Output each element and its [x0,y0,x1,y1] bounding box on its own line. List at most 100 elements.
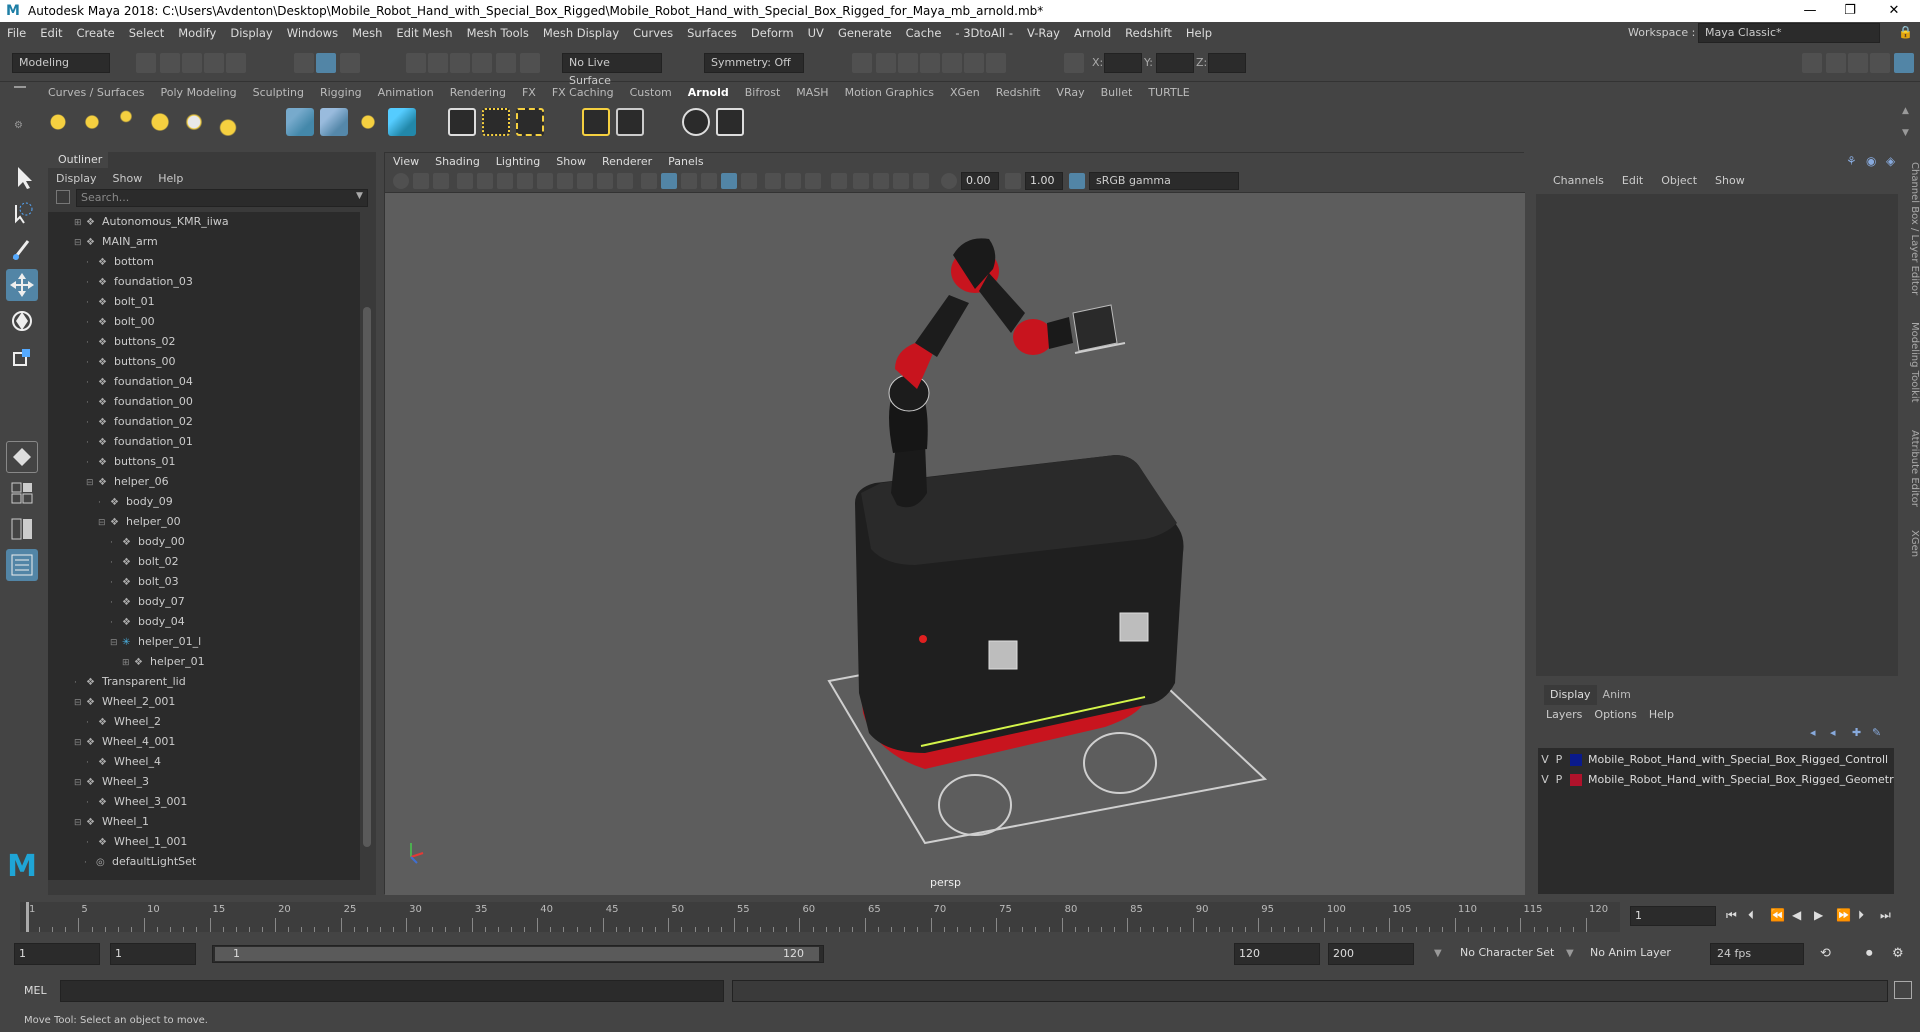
tab-fx[interactable]: FX [514,86,544,99]
smooth-shade-icon[interactable] [661,173,677,189]
photometric-light-icon[interactable] [112,108,140,136]
snap-point-icon[interactable] [450,53,470,73]
image-plane-icon[interactable] [457,173,473,189]
layer-menu-options[interactable]: Options [1588,706,1642,724]
maximize-button[interactable]: ❐ [1830,0,1870,22]
side-tab-channel-box[interactable]: Channel Box / Layer Editor [1904,162,1920,295]
outliner-item[interactable]: · ❖ bottom [86,252,154,272]
physical-sky-icon[interactable] [180,108,208,136]
snap-surface-icon[interactable] [496,53,516,73]
expand-toggle-icon[interactable]: ⊟ [74,233,84,253]
outliner-filter-icon[interactable] [56,190,70,204]
move-layer-down-icon[interactable]: ◂ [1830,726,1836,739]
outliner-item[interactable]: · ❖ foundation_02 [86,412,193,432]
select-hierarchy-icon[interactable] [294,53,314,73]
gamma-icon[interactable] [1005,173,1021,189]
outliner-item[interactable]: · ❖ body_00 [110,532,185,552]
outliner-item[interactable]: · ❖ body_09 [98,492,173,512]
time-ruler[interactable]: 1 5 10 15 20 25 30 35 40 45 50 55 60 65 70 75 80 85 90 95 10… [20,902,1620,932]
new-layer-selected-icon[interactable]: ✎ [1872,726,1881,739]
xray-joints-icon[interactable] [893,173,909,189]
playback-end-field[interactable]: 120 [1234,943,1320,965]
outliner-item[interactable]: · ❖ body_04 [110,612,185,632]
character-controls-icon[interactable] [1826,53,1846,73]
outliner-item[interactable]: · ❖ foundation_01 [86,432,193,452]
channel-menu-object[interactable]: Object [1652,172,1706,190]
script-editor-icon[interactable] [1894,981,1912,999]
outliner-item[interactable]: · ❖ buttons_00 [86,352,176,372]
step-forward-frame-icon[interactable]: ⏵ [1858,908,1864,923]
anim-layer-dropdown-icon[interactable]: ▼ [1566,948,1574,959]
layer-menu-layers[interactable]: Layers [1540,706,1588,724]
play-backwards-icon[interactable]: ◀ [1792,908,1801,922]
tab-anim-layers[interactable]: Anim [1597,685,1637,705]
outliner-item[interactable]: · ❖ Wheel_2 [86,712,161,732]
layer-playback[interactable]: P [1552,750,1566,770]
menu-curves[interactable]: Curves [626,26,680,40]
mel-label[interactable]: MEL [24,984,47,997]
menu-cache[interactable]: Cache [899,26,949,40]
current-frame-field[interactable]: 1 [1630,906,1716,926]
outliner-item[interactable]: ⊟ ❖ MAIN_arm [74,232,158,252]
select-component-icon[interactable] [340,53,360,73]
new-scene-icon[interactable] [136,53,156,73]
play-forwards-icon[interactable]: ▶ [1814,908,1823,922]
fps-dropdown[interactable]: 24 fps [1710,943,1804,965]
outliner-item[interactable]: · ❖ buttons_02 [86,332,176,352]
tab-poly-modeling[interactable]: Poly Modeling [153,86,245,99]
outliner-item[interactable]: · ❖ foundation_04 [86,372,193,392]
menu-arnold[interactable]: Arnold [1067,26,1118,40]
safe-action-icon[interactable] [617,173,633,189]
grid-icon[interactable] [517,173,533,189]
outliner-item[interactable]: · ❖ Transparent_lid [74,672,186,692]
outliner-item[interactable]: ⊟ ❖ Wheel_1 [74,812,149,832]
outliner-item[interactable]: · ❖ bolt_01 [86,292,155,312]
expand-toggle-icon[interactable]: ⊟ [74,773,84,793]
mesh-light-icon[interactable] [78,108,106,136]
snap-curve-icon[interactable] [428,53,448,73]
ipr-shelf-icon[interactable] [616,108,644,136]
outliner-menu-help[interactable]: Help [150,170,191,188]
rotate-tool-icon[interactable] [6,305,38,337]
light-portal-icon[interactable] [214,108,242,136]
channel-box-attr-icon[interactable]: ◈ [1886,154,1895,168]
single-perspective-view-icon[interactable] [6,441,38,473]
shelf-options-icon[interactable]: ⚙ [14,120,23,131]
redo-icon[interactable] [226,53,246,73]
outliner-item[interactable]: · ❖ bolt_02 [110,552,179,572]
y-field[interactable] [1156,53,1194,73]
channel-box-icon[interactable] [1894,53,1914,73]
character-set-dropdown[interactable]: No Character Set [1460,946,1554,959]
workspace-dropdown[interactable]: Maya Classic* [1698,23,1880,43]
tool-settings-icon[interactable] [1870,53,1890,73]
expand-toggle-icon[interactable]: ⊟ [74,693,84,713]
outliner-item[interactable]: ⊟ ❖ helper_00 [98,512,181,532]
outliner-item[interactable]: ⊞ ❖ Autonomous_KMR_iiwa [74,212,229,232]
area-light-icon[interactable] [44,108,72,136]
menu-deform[interactable]: Deform [744,26,801,40]
tab-xgen[interactable]: XGen [942,86,988,99]
viewport-menu-renderer[interactable]: Renderer [594,153,660,171]
ambient-occlusion-icon[interactable] [765,173,781,189]
exposure-icon[interactable] [941,173,957,189]
tab-curves-surfaces[interactable]: Curves / Surfaces [40,86,153,99]
menu-display[interactable]: Display [223,26,279,40]
menu-surfaces[interactable]: Surfaces [680,26,744,40]
range-slider-handle[interactable]: 1 120 [215,947,819,961]
expand-toggle-icon[interactable]: ⊟ [86,473,96,493]
current-time-indicator[interactable] [26,902,29,932]
outliner-item[interactable]: · ❖ foundation_03 [86,272,193,292]
xray-active-icon[interactable] [913,173,929,189]
menu-edit[interactable]: Edit [33,26,69,40]
layer-color-swatch[interactable] [1570,774,1582,786]
light-editor-icon[interactable] [964,53,984,73]
menu-mesh-display[interactable]: Mesh Display [536,26,626,40]
export-standin-icon[interactable] [320,108,348,136]
outliner-menu-show[interactable]: Show [105,170,151,188]
expand-toggle-icon[interactable]: ⊞ [74,213,84,233]
gamma-field[interactable]: 1.00 [1025,172,1063,190]
flush-cache-icon[interactable] [482,108,510,136]
outliner-item[interactable]: · ❖ Wheel_1_001 [86,832,187,852]
menu-windows[interactable]: Windows [280,26,345,40]
use-all-lights-icon[interactable] [721,173,737,189]
